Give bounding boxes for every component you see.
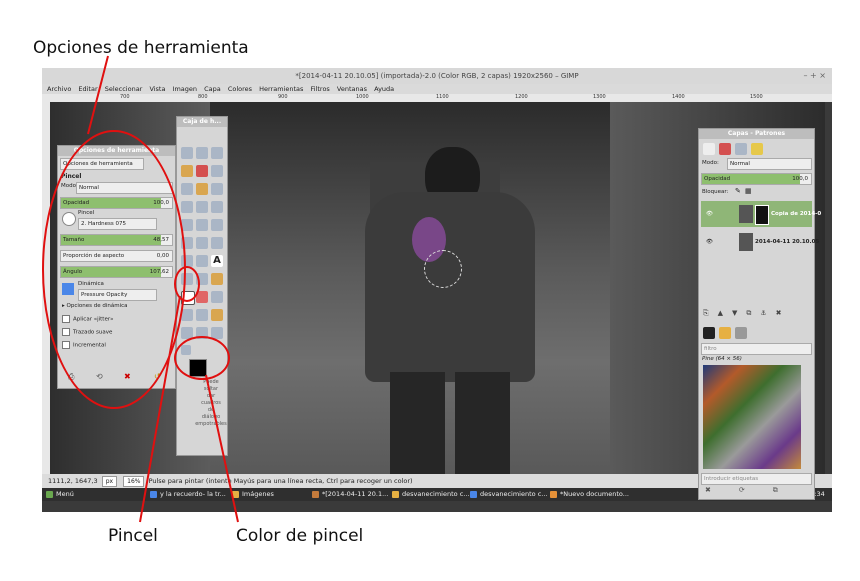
tool-options-pointer-line: [87, 55, 109, 135]
color-pointer-line: [205, 374, 239, 523]
brush-pointer-line: [139, 295, 181, 523]
annotation-lines: [87, 55, 239, 523]
